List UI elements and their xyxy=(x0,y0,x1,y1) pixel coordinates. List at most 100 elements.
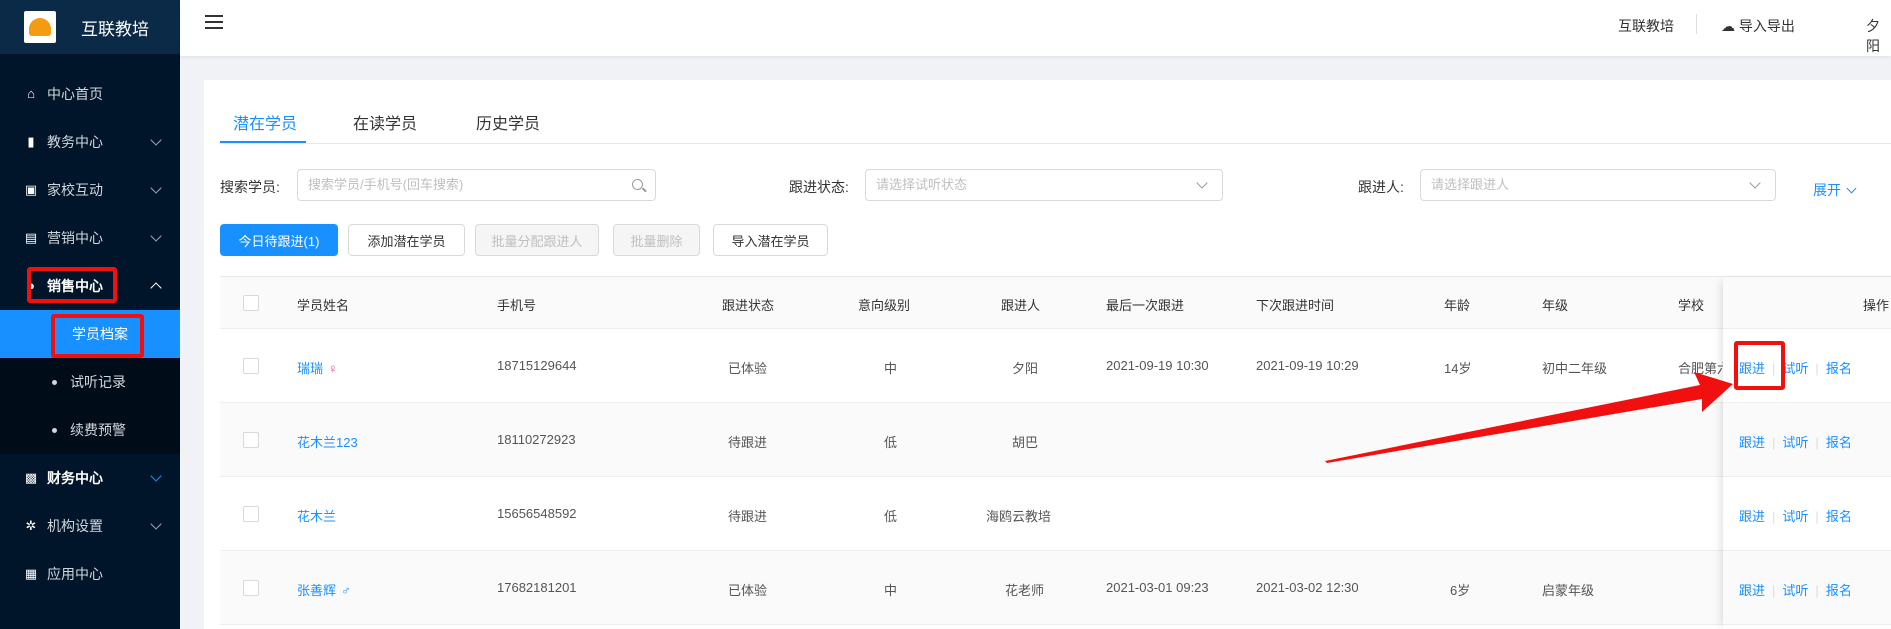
trial-link[interactable]: 试听 xyxy=(1782,583,1808,598)
row-checkbox[interactable] xyxy=(243,580,259,596)
home-icon: ⌂ xyxy=(27,86,35,101)
select-all-checkbox[interactable] xyxy=(243,295,259,311)
chevron-down-icon xyxy=(1846,183,1857,194)
followup-link[interactable]: 跟进 xyxy=(1739,361,1765,376)
chevron-down-icon xyxy=(150,470,162,482)
follower-placeholder: 请选择跟进人 xyxy=(1431,177,1510,192)
intent-level: 低 xyxy=(884,509,898,524)
sidebar-item-settings[interactable]: ✲ 机构设置 xyxy=(0,502,180,550)
student-name[interactable]: 张善辉 ♂ xyxy=(297,580,351,599)
col-last-followup: 最后一次跟进 xyxy=(1106,298,1185,313)
sidebar-item-renewal-alert[interactable]: 续费预警 xyxy=(0,406,180,454)
table-row[interactable]: 瑞瑞 ♀ 18715129644 已体验 中 夕阳 2021-09-19 10:3… xyxy=(220,329,1891,403)
student-name-link[interactable]: 张善辉 xyxy=(297,583,336,598)
next-followup: 2021-03-02 12:30 xyxy=(1256,580,1359,595)
enroll-link[interactable]: 报名 xyxy=(1826,361,1852,376)
search-label: 搜索学员: xyxy=(220,179,280,195)
tab-enrolled[interactable]: 在读学员 xyxy=(353,110,417,134)
sidebar-item-label: 试听记录 xyxy=(70,374,126,390)
user-name[interactable]: 夕阳 xyxy=(1866,16,1891,56)
sidebar-item-finance[interactable]: ▩ 财务中心 xyxy=(0,454,180,502)
student-name[interactable]: 花木兰 xyxy=(297,506,336,525)
sidebar-item-label: 学员档案 xyxy=(72,326,128,342)
tabs: 潜在学员 在读学员 历史学员 xyxy=(220,104,1891,144)
trial-link[interactable]: 试听 xyxy=(1782,361,1808,376)
table-row[interactable]: 花木兰123 18110272923 待跟进 低 胡巴 xyxy=(220,403,1891,477)
search-icon[interactable] xyxy=(632,179,643,190)
chevron-up-icon xyxy=(150,282,162,294)
import-potential-button[interactable]: 导入潜在学员 xyxy=(713,224,828,256)
bullet-icon xyxy=(52,379,57,385)
sidebar-item-label: 财务中心 xyxy=(47,470,103,486)
brand: 互联教培 xyxy=(0,0,180,54)
search-input[interactable]: 搜索学员/手机号(回车搜索) xyxy=(297,169,656,201)
col-follower: 跟进人 xyxy=(1001,298,1041,313)
sidebar-item-trial-records[interactable]: 试听记录 xyxy=(0,358,180,406)
enroll-link[interactable]: 报名 xyxy=(1826,583,1852,598)
expand-toggle[interactable]: 展开 xyxy=(1813,180,1857,200)
chevron-down-icon xyxy=(150,518,162,530)
today-followup-button[interactable]: 今日待跟进(1) xyxy=(220,224,338,256)
tab-ink-bar xyxy=(220,141,306,143)
enroll-link[interactable]: 报名 xyxy=(1826,435,1852,450)
student-name-link[interactable]: 花木兰 xyxy=(297,509,336,524)
status-placeholder: 请选择试听状态 xyxy=(876,177,968,192)
col-age: 年龄 xyxy=(1444,298,1471,313)
sidebar-item-student-files[interactable]: 学员档案 xyxy=(0,310,180,358)
col-name: 学员姓名 xyxy=(297,298,350,313)
batch-delete-button[interactable]: 批量删除 xyxy=(613,224,700,256)
phone: 18715129644 xyxy=(497,358,577,373)
import-export-label: 导入导出 xyxy=(1738,18,1795,34)
row-actions: 跟进 | 试听 | 报名 xyxy=(1739,361,1852,376)
tab-history[interactable]: 历史学员 xyxy=(476,110,540,134)
student-name-link[interactable]: 瑞瑞 xyxy=(297,361,323,376)
student-name[interactable]: 花木兰123 xyxy=(297,432,358,451)
sidebar-item-label: 教务中心 xyxy=(47,134,103,150)
wallet-icon: ▩ xyxy=(24,470,38,485)
row-checkbox[interactable] xyxy=(243,432,259,448)
student-table: 学员姓名 手机号 跟进状态 意向级别 跟进人 最后一次跟进 下次跟进时间 年龄 … xyxy=(220,276,1891,629)
trial-link[interactable]: 试听 xyxy=(1782,509,1808,524)
ops-row: 跟进 | 试听 | 报名 xyxy=(1723,477,1891,551)
student-name-link[interactable]: 花木兰123 xyxy=(297,435,358,450)
table-row[interactable]: 花木兰 15656548592 待跟进 低 海鸥云教培 xyxy=(220,477,1891,551)
user-icon: ● xyxy=(27,278,35,293)
trial-link[interactable]: 试听 xyxy=(1782,435,1808,450)
student-name[interactable]: 瑞瑞 ♀ xyxy=(297,358,338,377)
sidebar-menu: ⌂ 中心首页 ▮ 教务中心 ▣ 家校互动 ▤ 营销中心 ● 销售中心 学员档案 xyxy=(0,70,180,598)
sidebar-item-sales[interactable]: ● 销售中心 xyxy=(0,262,180,310)
sidebar-item-label: 续费预警 xyxy=(70,422,126,438)
row-checkbox[interactable] xyxy=(243,506,259,522)
sidebar-item-home-school[interactable]: ▣ 家校互动 xyxy=(0,166,180,214)
follower: 海鸥云教培 xyxy=(986,509,1052,524)
sidebar-item-apps[interactable]: ▦ 应用中心 xyxy=(0,550,180,598)
followup-link[interactable]: 跟进 xyxy=(1739,583,1765,598)
import-export-link[interactable]: ☁ 导入导出 xyxy=(1721,16,1795,36)
batch-assign-button[interactable]: 批量分配跟进人 xyxy=(475,224,599,256)
tab-potential[interactable]: 潜在学员 xyxy=(233,110,297,134)
ops-row: 跟进 | 试听 | 报名 xyxy=(1723,551,1891,625)
followup-link[interactable]: 跟进 xyxy=(1739,435,1765,450)
org-name[interactable]: 互联教培 xyxy=(1618,16,1674,36)
row-checkbox[interactable] xyxy=(243,358,259,374)
sidebar-item-home[interactable]: ⌂ 中心首页 xyxy=(0,70,180,118)
female-icon: ♀ xyxy=(328,361,338,376)
enroll-link[interactable]: 报名 xyxy=(1826,509,1852,524)
chevron-down-icon xyxy=(1196,177,1208,189)
phone: 18110272923 xyxy=(497,432,576,447)
col-level: 意向级别 xyxy=(858,298,911,313)
followup-link[interactable]: 跟进 xyxy=(1739,509,1765,524)
table-row[interactable]: 张善辉 ♂ 17682181201 已体验 中 花老师 2021-03-01 09… xyxy=(220,551,1891,625)
content-card: 潜在学员 在读学员 历史学员 搜索学员: 搜索学员/手机号(回车搜索) 跟进状态… xyxy=(204,80,1891,629)
menu-fold-icon[interactable] xyxy=(205,15,223,31)
chevron-down-icon xyxy=(150,230,162,242)
sidebar-item-marketing[interactable]: ▤ 营销中心 xyxy=(0,214,180,262)
add-potential-button[interactable]: 添加潜在学员 xyxy=(348,224,465,256)
col-operations: 操作 xyxy=(1863,298,1890,313)
status-select[interactable]: 请选择试听状态 xyxy=(865,169,1223,201)
sidebar-item-academic[interactable]: ▮ 教务中心 xyxy=(0,118,180,166)
age: 14岁 xyxy=(1444,361,1472,376)
sidebar-item-label: 应用中心 xyxy=(47,566,103,582)
intent-level: 中 xyxy=(884,361,898,376)
follower-select[interactable]: 请选择跟进人 xyxy=(1420,169,1776,201)
